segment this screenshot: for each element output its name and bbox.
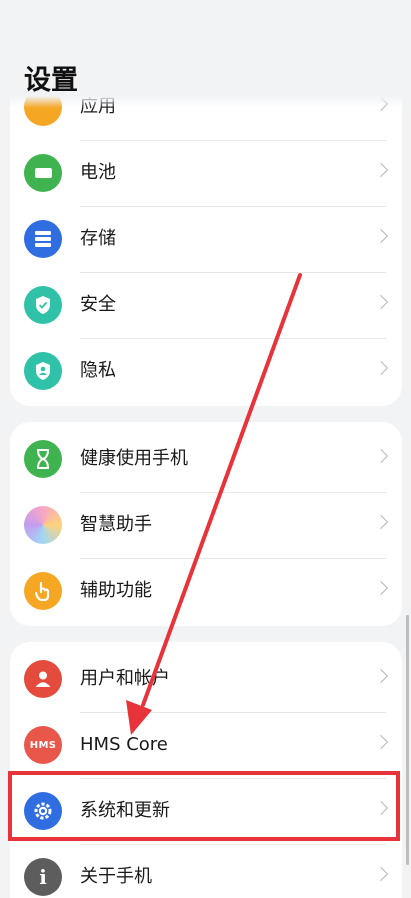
signal-icon — [169, 16, 181, 28]
eye-icon — [302, 16, 319, 26]
status-bar: HD 4G 772 B/s 89 13:51 — [0, 0, 411, 48]
settings-item-digital-balance[interactable]: 健康使用手机 — [10, 426, 402, 492]
chevron-right-icon — [373, 514, 389, 530]
settings-item-label: 辅助功能 — [80, 580, 152, 601]
apps-icon — [24, 88, 62, 126]
chevron-right-icon — [373, 96, 389, 112]
settings-group-3: 用户和帐户 HMS HMS Core 系统和更新 i 关于手机 — [10, 642, 402, 898]
settings-item-label: 用户和帐户 — [80, 668, 170, 689]
heart-icon — [230, 16, 243, 27]
status-left: HD 4G 772 B/s — [136, 13, 260, 30]
settings-group-1: 应用 电池 存储 安全 隐私 — [10, 74, 402, 406]
settings-item-accessibility[interactable]: 辅助功能 — [10, 558, 402, 624]
hand-icon — [24, 572, 62, 610]
info-icon: i — [24, 858, 62, 896]
chevron-right-icon — [373, 360, 389, 376]
settings-item-users-accounts[interactable]: 用户和帐户 — [10, 646, 402, 712]
settings-item-apps[interactable]: 应用 — [10, 74, 402, 140]
settings-item-label: 健康使用手机 — [80, 448, 188, 469]
chevron-right-icon — [373, 228, 389, 244]
battery-icon — [24, 154, 62, 192]
user-icon — [24, 660, 62, 698]
chevron-right-icon — [373, 866, 389, 882]
settings-item-label: HMS Core — [80, 734, 168, 755]
settings-item-label: 智慧助手 — [80, 514, 152, 535]
battery-indicator: 89 — [325, 14, 347, 28]
highlight-box — [8, 771, 400, 841]
settings-group-2: 健康使用手机 智慧助手 辅助功能 — [10, 422, 402, 626]
settings-item-security[interactable]: 安全 — [10, 272, 402, 338]
status-right: 89 13:51 — [302, 13, 391, 29]
settings-item-about-phone[interactable]: i 关于手机 — [10, 844, 402, 898]
scrollbar[interactable] — [406, 615, 409, 865]
network-speed: 772 B/s — [208, 13, 225, 30]
settings-item-label: 关于手机 — [80, 866, 152, 887]
storage-icon — [24, 220, 62, 258]
chevron-right-icon — [373, 294, 389, 310]
settings-item-label: 安全 — [80, 294, 116, 315]
chevron-right-icon — [373, 162, 389, 178]
settings-item-label: 隐私 — [80, 360, 116, 381]
settings-item-label: 电池 — [80, 162, 116, 183]
hd-badge: HD — [136, 16, 148, 28]
chevron-right-icon — [373, 668, 389, 684]
chevron-right-icon — [373, 734, 389, 750]
settings-item-label: 应用 — [80, 96, 116, 117]
settings-item-hms-core[interactable]: HMS HMS Core — [10, 712, 402, 778]
wifi-icon — [187, 16, 203, 28]
clock: 13:51 — [350, 13, 391, 29]
settings-item-storage[interactable]: 存储 — [10, 206, 402, 272]
settings-item-assistant[interactable]: 智慧助手 — [10, 492, 402, 558]
assistant-orb-icon — [24, 506, 62, 544]
settings-item-privacy[interactable]: 隐私 — [10, 338, 402, 404]
settings-item-label: 存储 — [80, 228, 116, 249]
hourglass-icon — [24, 440, 62, 478]
network-type: 4G — [154, 13, 164, 21]
settings-item-battery[interactable]: 电池 — [10, 140, 402, 206]
chevron-right-icon — [373, 448, 389, 464]
hms-icon: HMS — [24, 726, 62, 764]
shield-check-icon — [24, 286, 62, 324]
privacy-shield-icon — [24, 352, 62, 390]
telegram-icon — [250, 17, 260, 27]
chevron-right-icon — [373, 580, 389, 596]
